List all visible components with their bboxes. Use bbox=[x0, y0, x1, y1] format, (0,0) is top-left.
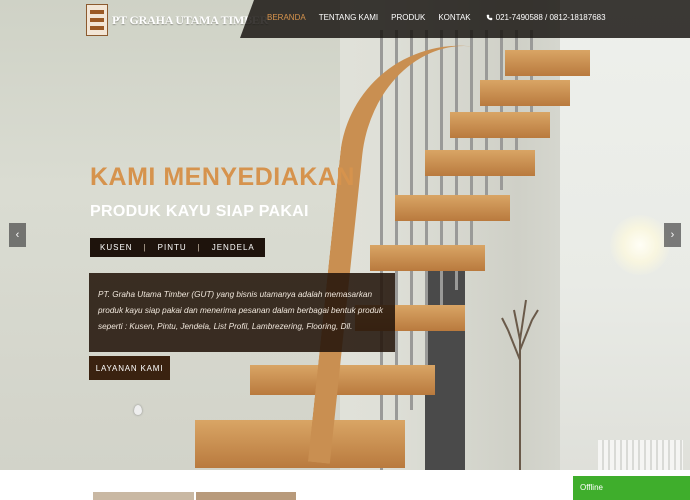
product-tags: KUSEN | PINTU | JENDELA bbox=[90, 238, 265, 257]
chat-status-widget[interactable]: Offline bbox=[573, 476, 690, 500]
product-thumbnail[interactable] bbox=[93, 492, 194, 500]
nav-item-beranda[interactable]: BERANDA bbox=[267, 13, 306, 22]
nav-item-produk[interactable]: PRODUK bbox=[391, 13, 425, 22]
tag-separator: | bbox=[197, 243, 201, 252]
tag-pintu: PINTU bbox=[157, 243, 187, 252]
nav-item-tentang-kami[interactable]: TENTANG KAMI bbox=[319, 13, 378, 22]
hero-headline: KAMI MENYEDIAKAN bbox=[90, 163, 355, 191]
tag-jendela: JENDELA bbox=[211, 243, 255, 252]
hero-background-image bbox=[0, 0, 690, 470]
phone-contact[interactable]: 021-7490588 / 0812-18187683 bbox=[486, 13, 606, 22]
tag-separator: | bbox=[143, 243, 147, 252]
slider-indicator[interactable] bbox=[134, 405, 142, 415]
phone-number: 021-7490588 / 0812-18187683 bbox=[495, 13, 606, 22]
hero-description: PT. Graha Utama Timber (GUT) yang bisnis… bbox=[98, 290, 383, 331]
layanan-kami-button[interactable]: LAYANAN KAMI bbox=[89, 356, 170, 380]
tag-kusen: KUSEN bbox=[100, 243, 133, 252]
slider-next-arrow[interactable]: › bbox=[664, 223, 681, 247]
hero-subheadline: PRODUK KAYU SIAP PAKAI bbox=[90, 203, 309, 220]
nav-item-kontak[interactable]: KONTAK bbox=[438, 13, 470, 22]
logo-icon bbox=[86, 4, 108, 36]
chat-status-label: Offline bbox=[580, 483, 603, 492]
hero-description-box: PT. Graha Utama Timber (GUT) yang bisnis… bbox=[89, 273, 395, 352]
slider-prev-arrow[interactable]: ‹ bbox=[9, 223, 26, 247]
product-thumbnail[interactable] bbox=[196, 492, 296, 500]
site-logo[interactable]: PT GRAHA UTAMA TIMBER bbox=[86, 4, 268, 36]
phone-icon bbox=[486, 14, 492, 21]
main-nav: BERANDA TENTANG KAMI PRODUK KONTAK 021-7… bbox=[267, 13, 606, 22]
